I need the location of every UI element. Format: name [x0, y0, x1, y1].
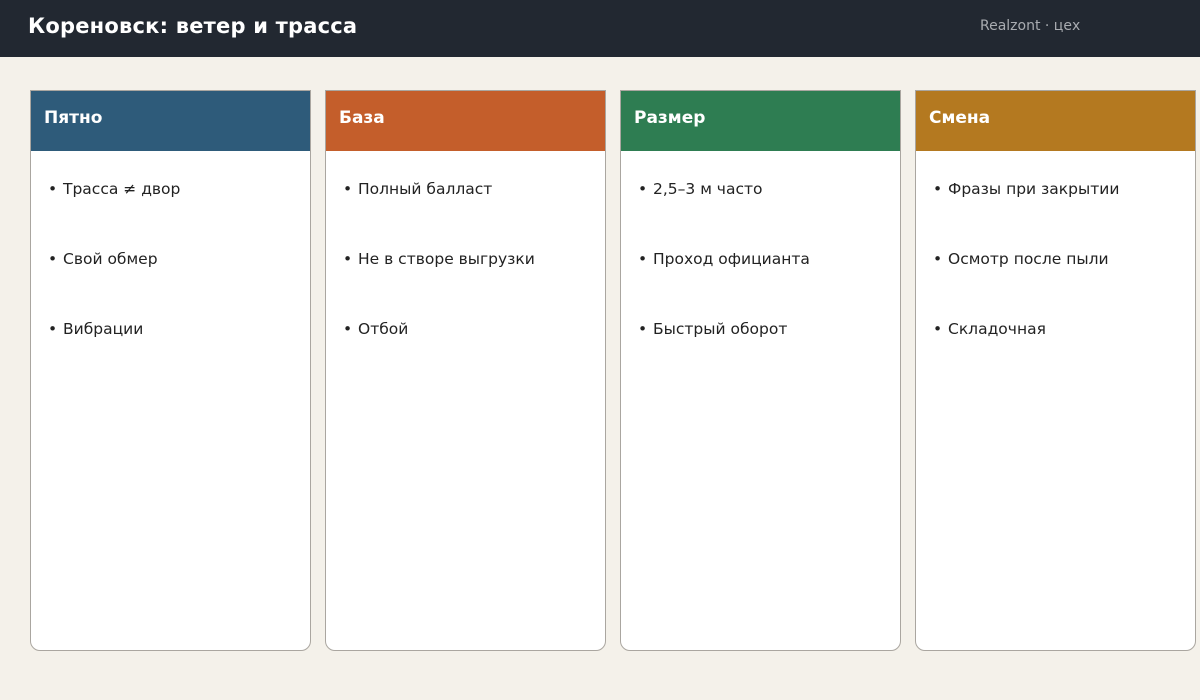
bullet-icon: • — [933, 180, 943, 198]
bullet-icon: • — [343, 180, 353, 198]
bullet-icon: • — [48, 250, 58, 268]
list-item-label: Быстрый оборот — [653, 320, 788, 338]
column-header: База — [326, 91, 605, 151]
column-items: • Фразы при закрытии • Осмотр после пыли •… — [933, 180, 1119, 399]
list-item: • 2,5–3 м часто — [638, 179, 810, 249]
list-item: • Трасса ≠ двор — [48, 179, 180, 249]
list-item-label: Складочная — [948, 320, 1046, 338]
column-base: База • Полный балласт • Не в створе выгруз… — [325, 90, 606, 651]
column-title: Пятно — [44, 108, 103, 128]
bullet-icon: • — [48, 320, 58, 338]
bullet-icon: • — [343, 250, 353, 268]
list-item: • Не в створе выгрузки — [343, 249, 535, 319]
list-item: • Фразы при закрытии — [933, 179, 1119, 249]
column-title: База — [339, 108, 385, 128]
bullet-icon: • — [933, 250, 943, 268]
list-item-label: Полный балласт — [358, 180, 493, 198]
list-item: • Отбой — [343, 319, 535, 389]
list-item-label: Фразы при закрытии — [948, 180, 1120, 198]
column-title: Размер — [634, 108, 706, 128]
list-item: • Складочная — [933, 319, 1119, 389]
list-item: • Быстрый оборот — [638, 319, 810, 389]
list-item: • Вибрации — [48, 319, 180, 389]
column-items: • 2,5–3 м часто • Проход официанта • Быстры… — [638, 180, 810, 399]
column-header: Смена — [916, 91, 1195, 151]
list-item: • Проход официанта — [638, 249, 810, 319]
bullet-icon: • — [933, 320, 943, 338]
column-size: Размер • 2,5–3 м часто • Проход официанта … — [620, 90, 901, 651]
list-item-label: Отбой — [358, 320, 409, 338]
bullet-icon: • — [638, 320, 648, 338]
brand-label: Realzont · цех — [980, 18, 1081, 34]
board: Пятно • Трасса ≠ двор • Свой обмер • Вибрац… — [30, 90, 1196, 651]
list-item-label: Вибрации — [63, 320, 144, 338]
list-item: • Осмотр после пыли — [933, 249, 1119, 319]
column-shift: Смена • Фразы при закрытии • Осмотр после … — [915, 90, 1196, 651]
list-item-label: Свой обмер — [63, 250, 158, 268]
list-item-label: Осмотр после пыли — [948, 250, 1109, 268]
column-items: • Трасса ≠ двор • Свой обмер • Вибрации — [48, 180, 180, 399]
list-item: • Свой обмер — [48, 249, 180, 319]
bullet-icon: • — [343, 320, 353, 338]
list-item-label: Трасса ≠ двор — [63, 180, 181, 198]
list-item-label: 2,5–3 м часто — [653, 180, 763, 198]
bullet-icon: • — [48, 180, 58, 198]
bullet-icon: • — [638, 180, 648, 198]
list-item-label: Проход официанта — [653, 250, 810, 268]
list-item-label: Не в створе выгрузки — [358, 250, 535, 268]
list-item: • Полный балласт — [343, 179, 535, 249]
column-items: • Полный балласт • Не в створе выгрузки • О… — [343, 180, 535, 399]
column-header: Размер — [621, 91, 900, 151]
column-header: Пятно — [31, 91, 310, 151]
column-title: Смена — [929, 108, 991, 128]
top-bar: Кореновск: ветер и трасса Realzont · цех — [0, 0, 1200, 57]
page-title: Кореновск: ветер и трасса — [28, 14, 358, 38]
column-spot: Пятно • Трасса ≠ двор • Свой обмер • Вибрац… — [30, 90, 311, 651]
bullet-icon: • — [638, 250, 648, 268]
